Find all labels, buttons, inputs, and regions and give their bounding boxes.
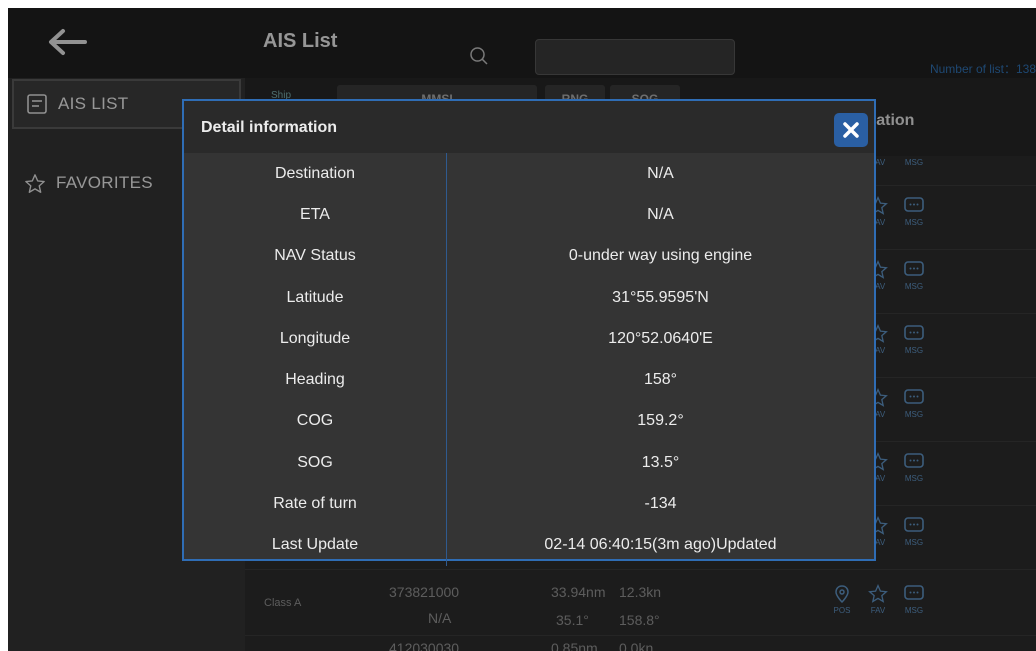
detail-key: Heading <box>184 359 447 401</box>
detail-key: Rate of turn <box>184 483 447 525</box>
close-icon <box>843 122 859 138</box>
detail-row-eta: ETA N/A <box>184 194 874 236</box>
detail-row-cog: COG 159.2° <box>184 400 874 443</box>
detail-row-heading: Heading 158° <box>184 359 874 401</box>
detail-value: N/A <box>647 164 674 182</box>
detail-key: ETA <box>184 194 447 236</box>
detail-key: Longitude <box>184 318 447 360</box>
detail-value: 31°55.9595'N <box>612 288 709 306</box>
detail-dialog: Detail information Destination N/A ETA N… <box>182 99 876 566</box>
detail-value: 0-under way using engine <box>568 247 753 265</box>
detail-row-latitude: Latitude 31°55.9595'N <box>184 276 874 319</box>
detail-value: -134 <box>644 495 677 513</box>
detail-row-rate-of-turn: Rate of turn -134 <box>184 483 874 525</box>
detail-value: 158° <box>643 371 678 389</box>
detail-row-destination: Destination N/A <box>184 153 874 195</box>
detail-row-nav-status: NAV Status 0-under way using engine <box>184 235 874 277</box>
close-button[interactable] <box>834 113 868 147</box>
detail-value: 120°52.0640'E <box>608 329 713 347</box>
detail-key: Destination <box>184 153 447 195</box>
detail-key: Last Update <box>184 524 447 566</box>
detail-key: Latitude <box>184 276 447 319</box>
detail-table: Destination N/A ETA N/A NAV Status 0-und… <box>184 153 874 566</box>
detail-row-longitude: Longitude 120°52.0640'E <box>184 318 874 360</box>
detail-key: COG <box>184 400 447 443</box>
detail-row-sog: SOG 13.5° <box>184 442 874 484</box>
detail-value: 13.5° <box>641 453 680 471</box>
dialog-header: Detail information <box>184 101 874 153</box>
dialog-title: Detail information <box>201 119 338 136</box>
detail-value: 159.2° <box>637 412 684 430</box>
detail-row-last-update: Last Update 02-14 06:40:15(3m ago)Update… <box>184 524 874 566</box>
detail-value: 02-14 06:40:15(3m ago)Updated <box>544 536 777 554</box>
detail-key: SOG <box>184 442 447 484</box>
app-screen: AIS LIST FAVORITES AIS List Number of li… <box>8 8 1036 651</box>
detail-value: N/A <box>647 205 674 223</box>
detail-key: NAV Status <box>184 235 447 277</box>
